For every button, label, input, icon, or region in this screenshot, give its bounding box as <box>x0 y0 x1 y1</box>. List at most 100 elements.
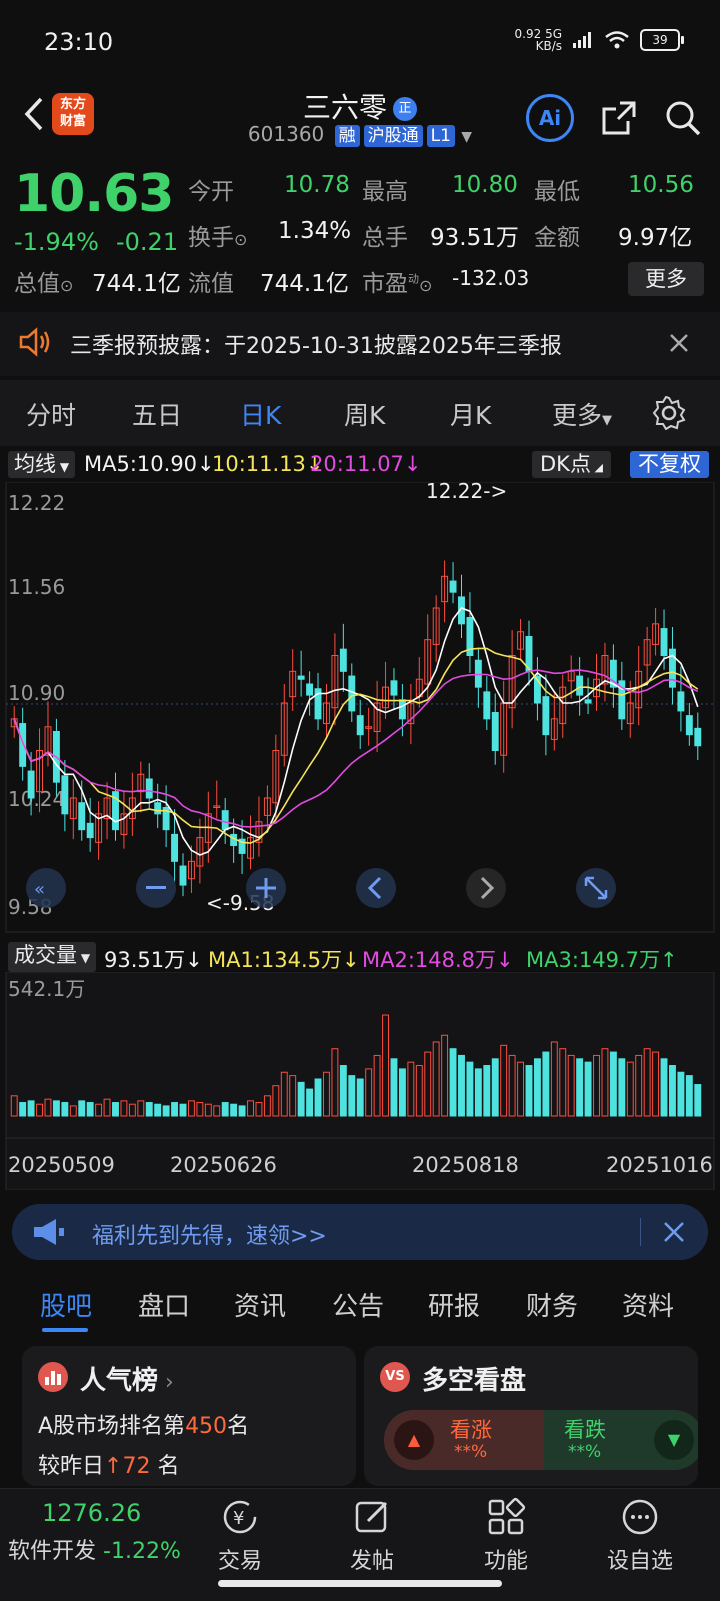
tab-more[interactable]: 更多▼ <box>552 396 612 432</box>
name-badge: 正 <box>393 97 417 121</box>
tab-intraday[interactable]: 分时 <box>26 396 76 432</box>
high-value: 10.80 <box>452 172 518 198</box>
bullbear-bar: ▲ 看涨 **% 看跌 **% ▼ <box>384 1410 698 1470</box>
dk-point-toggle[interactable]: DK点 ◢ <box>532 451 611 478</box>
volume-bar <box>162 1105 170 1117</box>
volume-ma3: MA3:149.7万↑ <box>526 948 678 972</box>
tab-daily-k[interactable]: 日K <box>240 396 281 432</box>
volume-bar <box>145 1102 153 1117</box>
tab-guba[interactable]: 股吧 <box>40 1286 92 1323</box>
candle-body <box>677 691 685 712</box>
nav-add-watchlist[interactable]: 设自选 <box>590 1489 690 1575</box>
candle-body <box>491 712 499 751</box>
float-value: 744.1亿 <box>260 271 349 297</box>
rank-line: A股市场排名第450名 <box>38 1414 250 1439</box>
candle-body <box>86 822 94 839</box>
axis-label-mid1: 11.56 <box>8 575 65 599</box>
vs-icon: VS <box>380 1362 410 1392</box>
bear-side[interactable]: 看跌 **% ▼ <box>544 1410 698 1470</box>
scroll-left-button[interactable] <box>356 868 396 908</box>
amount-value: 9.97亿 <box>618 225 693 251</box>
ai-button[interactable]: Ai <box>526 94 574 142</box>
more-button[interactable]: 更多 <box>628 262 704 296</box>
yen-cycle-icon: ¥ <box>223 1500 257 1534</box>
stock-name: 三六零 <box>302 91 387 124</box>
volume-bar <box>449 1048 457 1117</box>
tab-announcements[interactable]: 公告 <box>332 1286 384 1323</box>
candle-body <box>339 648 347 672</box>
volume-bar <box>348 1075 356 1117</box>
change-amount: -0.21 <box>116 228 179 256</box>
volume-bar <box>458 1054 465 1117</box>
high-label: 最高 <box>362 179 408 205</box>
candle-body <box>576 675 584 696</box>
tab-monthly-k[interactable]: 月K <box>450 396 491 432</box>
down-arrow-icon: ▼ <box>654 1420 694 1460</box>
search-icon[interactable] <box>664 99 702 137</box>
sector-name: 软件开发 -1.22% <box>8 1539 181 1564</box>
scroll-left-fast-button[interactable] <box>26 868 66 908</box>
open-value: 10.78 <box>284 172 350 198</box>
close-icon[interactable] <box>662 1220 686 1244</box>
double-left-icon: « <box>34 879 45 900</box>
tab-weekly-k[interactable]: 周K <box>344 396 385 432</box>
nav-functions[interactable]: 功能 <box>456 1489 556 1575</box>
candle-body <box>660 628 668 656</box>
candle-body <box>78 802 86 831</box>
volume-bar <box>86 1102 94 1117</box>
volume-bar <box>52 1100 60 1117</box>
stock-code: 601360 <box>247 122 325 146</box>
bull-side[interactable]: ▲ 看涨 **% <box>384 1410 544 1470</box>
tab-finance[interactable]: 财务 <box>526 1286 578 1323</box>
tab-five-day[interactable]: 五日 <box>132 396 182 432</box>
low-value: 10.56 <box>628 172 694 198</box>
axis-label-mid2: 10.90 <box>8 681 65 705</box>
notice-bar[interactable]: 三季报预披露：于2025-10-31披露2025年三季报 <box>0 312 720 376</box>
turnover-label: 换手⊙ <box>188 225 248 251</box>
open-label: 今开 <box>188 179 234 205</box>
candle-body <box>154 802 162 815</box>
gear-icon[interactable] <box>652 396 686 430</box>
adjust-selector[interactable]: 不复权 <box>630 451 709 478</box>
popularity-card[interactable]: 人气榜 › A股市场排名第450名 较昨日↑72 名 <box>22 1346 356 1486</box>
candle-body <box>694 727 702 747</box>
bullbear-card[interactable]: VS 多空看盘 ▲ 看涨 **% 看跌 **% ▼ <box>364 1346 698 1486</box>
bullbear-title: 多空看盘 <box>422 1366 527 1396</box>
tab-profile[interactable]: 资料 <box>622 1286 674 1323</box>
nav-trade[interactable]: ¥ 交易 <box>190 1489 290 1575</box>
nav-post[interactable]: 发帖 <box>322 1489 422 1575</box>
notice-text: 三季报预披露：于2025-10-31披露2025年三季报 <box>70 334 562 359</box>
volume-value: 93.51万 <box>430 225 519 251</box>
share-icon[interactable] <box>600 99 638 137</box>
svg-text:¥: ¥ <box>233 1508 244 1529</box>
ma10-value: 10:11.13↓ <box>212 452 324 476</box>
candle-body <box>27 770 35 799</box>
close-icon[interactable] <box>668 332 690 354</box>
kline-chart[interactable]: 12.22 11.56 10.90 10.24 9.58 12.22-> <-9… <box>0 482 720 934</box>
tab-news[interactable]: 资讯 <box>234 1286 286 1323</box>
tab-research[interactable]: 研报 <box>428 1286 480 1323</box>
promo-banner[interactable]: 福利先到先得，速领>> <box>12 1204 708 1260</box>
volume-bar <box>230 1103 238 1117</box>
tag-level: L1 <box>426 125 455 147</box>
tab-pankou[interactable]: 盘口 <box>138 1286 190 1323</box>
mktcap-label: 总值⊙ <box>14 271 74 297</box>
volume-bar <box>609 1051 617 1117</box>
scroll-right-button[interactable] <box>466 868 506 908</box>
volume-chart[interactable]: 542.1万 20250509 20250626 20250818 202510… <box>0 972 720 1190</box>
volume-selector[interactable]: 成交量 ▼ <box>8 942 97 972</box>
active-tab-indicator <box>42 1328 88 1332</box>
ma-selector[interactable]: 均线 ▼ <box>8 451 76 478</box>
minus-icon <box>146 886 166 889</box>
date-label-4: 20251016 <box>606 1153 713 1177</box>
candle-body <box>145 778 153 799</box>
rank-icon <box>38 1362 68 1392</box>
volume-bar <box>694 1084 702 1117</box>
volume-bar <box>356 1078 364 1117</box>
edit-icon <box>355 1501 388 1533</box>
up-arrow-icon: ▲ <box>394 1420 434 1460</box>
volume-bar <box>339 1065 347 1117</box>
volume-bar <box>398 1068 406 1117</box>
date-label-3: 20250818 <box>412 1153 519 1177</box>
dropdown-icon[interactable]: ▼ <box>461 129 472 145</box>
